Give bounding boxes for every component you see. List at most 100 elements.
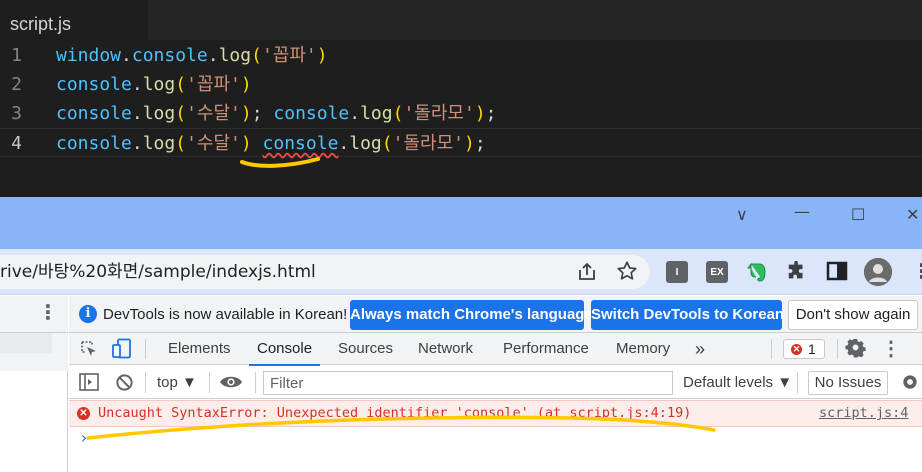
code-editor: script.js 1 window.console.log('꼽파') 2 cons… — [0, 0, 922, 197]
code-token: log — [360, 103, 393, 124]
viewport-menu-kebab-icon[interactable]: ⋮ — [38, 300, 58, 324]
code-token: console — [56, 74, 132, 95]
code-token: log — [142, 103, 176, 124]
code-line[interactable]: 2 console.log('꼽파') — [0, 70, 922, 99]
device-toolbar-icon[interactable] — [111, 338, 133, 365]
tab-separator — [837, 339, 838, 359]
devtools-menu-kebab-icon[interactable]: ⋮ — [881, 336, 901, 361]
editor-tab-script-js[interactable]: script.js — [0, 0, 148, 40]
code-token: ; — [474, 133, 486, 154]
always-match-language-button[interactable]: Always match Chrome's language — [350, 300, 593, 330]
code-token: console — [56, 133, 132, 154]
code-token: log — [142, 133, 176, 154]
inspect-element-icon[interactable] — [79, 339, 99, 364]
viewport-frame — [0, 333, 68, 371]
settings-gear-icon[interactable] — [845, 338, 866, 364]
code-token: '수달' — [186, 103, 241, 124]
code-token: . — [338, 133, 350, 154]
log-levels-dropdown[interactable]: Default levels ▼ — [683, 366, 792, 399]
code-token: '꼽파' — [186, 74, 241, 95]
share-icon[interactable] — [576, 261, 598, 283]
code-token: ) — [474, 103, 486, 124]
devtools-language-infobar: i DevTools is now available in Korean! A… — [69, 296, 922, 333]
code-token: log — [142, 74, 176, 95]
bookmark-star-icon[interactable] — [616, 260, 638, 282]
switch-to-korean-button[interactable]: Switch DevTools to Korean — [591, 300, 784, 330]
viewport-frame-inner — [0, 333, 52, 353]
code-token: '꼽파' — [261, 45, 317, 66]
line-number: 4 — [11, 133, 22, 154]
tab-search-chevron-icon[interactable]: ∨ — [736, 205, 748, 224]
code-token: . — [131, 74, 143, 95]
clear-console-icon[interactable] — [115, 373, 134, 397]
devtools-tab-strip: Elements Console Sources Network Perform… — [69, 333, 922, 366]
code-token: log — [349, 133, 382, 154]
tab-sources[interactable]: Sources — [338, 333, 393, 365]
error-icon: ✕ — [77, 407, 90, 420]
chrome-menu-kebab-icon[interactable]: ⋮ — [912, 259, 922, 283]
tab-elements[interactable]: Elements — [168, 333, 231, 365]
extension-icon-ex[interactable]: EX — [706, 261, 728, 283]
code-token: ( — [392, 103, 404, 124]
minimize-button[interactable]: — — [794, 202, 810, 221]
code-token: ) — [240, 133, 252, 154]
toolbar-separator — [255, 372, 256, 393]
browser-toolbar: rive/바탕%20화면/sample/indexjs.html I EX ⋮ — [0, 249, 922, 295]
extension-icon-1[interactable]: I — [666, 261, 688, 283]
console-toolbar: top ▼ Default levels ▼ No Issues — [69, 366, 922, 399]
info-icon: i — [79, 305, 97, 323]
tab-memory[interactable]: Memory — [616, 333, 670, 365]
console-settings-gear-icon[interactable] — [900, 372, 920, 397]
tab-separator — [771, 339, 772, 359]
browser-title-bar: ∨ — ☐ ✕ — [0, 197, 922, 249]
editor-tab-bar: script.js — [0, 0, 922, 40]
code-token: console — [273, 103, 350, 124]
code-token: console — [131, 45, 208, 66]
error-count: 1 — [808, 341, 816, 357]
toolbar-separator — [209, 372, 210, 393]
code-token: ( — [175, 74, 187, 95]
live-expression-eye-icon[interactable] — [219, 374, 243, 395]
sidebar-toggle-icon[interactable] — [79, 373, 99, 396]
console-filter-input[interactable] — [263, 371, 673, 395]
address-bar[interactable]: rive/바탕%20화면/sample/indexjs.html — [0, 255, 650, 289]
code-token: ) — [240, 103, 252, 124]
line-number: 3 — [11, 103, 22, 124]
profile-avatar[interactable] — [864, 258, 892, 286]
error-dot-icon: ✕ — [791, 344, 802, 355]
tab-performance[interactable]: Performance — [503, 333, 589, 365]
code-token: window — [56, 45, 122, 66]
console-error-message[interactable]: ✕ Uncaught SyntaxError: Unexpected ident… — [69, 400, 922, 427]
maximize-button[interactable]: ☐ — [851, 205, 865, 224]
page-viewport: ⋮ — [0, 296, 68, 472]
code-token: ( — [175, 103, 187, 124]
tab-console[interactable]: Console — [248, 333, 321, 366]
code-line[interactable]: 1 window.console.log('꼽파') — [0, 41, 922, 70]
more-tabs-chevron-icon[interactable]: » — [695, 333, 705, 365]
tab-network[interactable]: Network — [418, 333, 473, 365]
extensions-puzzle-icon[interactable] — [786, 260, 808, 282]
line-code: console.log('꼽파') — [56, 70, 252, 99]
close-button[interactable]: ✕ — [906, 205, 919, 224]
code-token: . — [131, 133, 143, 154]
code-token: . — [121, 45, 132, 66]
code-token: ; — [251, 103, 274, 124]
error-source-link[interactable]: script.js:4 — [819, 401, 908, 426]
line-code: console.log('수달'); console.log('돌라모'); — [56, 99, 497, 128]
error-count-badge[interactable]: ✕ 1 — [783, 339, 825, 359]
line-number: 1 — [11, 45, 22, 66]
code-line[interactable]: 4 console.log('수달') console.log('돌라모'); — [0, 128, 922, 157]
code-token: '돌라모' — [403, 103, 475, 124]
evernote-icon[interactable] — [746, 260, 768, 284]
code-token: . — [349, 103, 361, 124]
dont-show-again-button[interactable]: Don't show again — [788, 300, 918, 330]
js-context-select[interactable]: top ▼ — [157, 366, 197, 399]
code-token: . — [131, 103, 143, 124]
code-line[interactable]: 3 console.log('수달'); console.log('돌라모'); — [0, 99, 922, 128]
code-token: ( — [175, 133, 187, 154]
toolbar-separator — [145, 372, 146, 393]
console-prompt[interactable]: › — [79, 427, 89, 449]
side-panel-icon[interactable] — [826, 260, 848, 282]
issues-button[interactable]: No Issues — [808, 371, 888, 395]
